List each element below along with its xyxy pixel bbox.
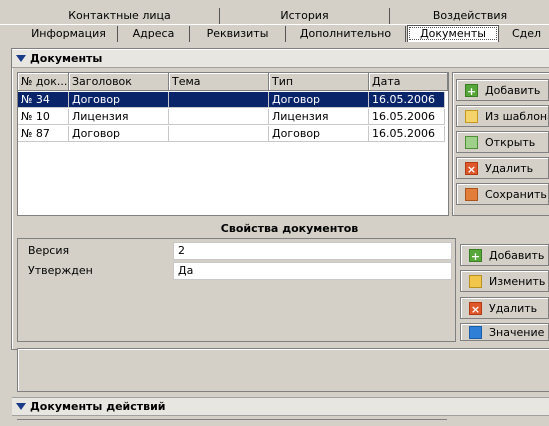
documents-table[interactable]: № док... Заголовок Тема Тип Дата № 34 До… (17, 72, 449, 216)
table-row[interactable]: № 34 Договор Договор 16.05.2006 (18, 92, 448, 108)
cell-number: № 10 (18, 109, 69, 125)
cell-topic (169, 109, 269, 125)
documents-title: Документы (30, 52, 103, 65)
value-property-label: Значение (489, 326, 545, 339)
add-document-label: Добавить (485, 84, 541, 97)
from-template-button[interactable]: Из шаблона (456, 105, 549, 127)
cell-title: Договор (69, 126, 169, 142)
property-row-version[interactable]: Версия 2 (18, 242, 455, 260)
open-document-button[interactable]: Открыть (456, 131, 549, 153)
open-document-label: Открыть (485, 136, 536, 149)
cell-type: Лицензия (269, 109, 369, 125)
cell-date: 16.05.2006 (369, 109, 445, 125)
actions-title: Документы действий (30, 400, 166, 413)
edit-icon (469, 275, 482, 288)
cell-type: Договор (269, 126, 369, 142)
property-label: Версия (28, 244, 70, 257)
add-property-button[interactable]: + Добавить (460, 244, 549, 266)
save-icon (465, 188, 478, 201)
tab-additional[interactable]: Дополнительно (286, 26, 406, 42)
list-icon (469, 326, 482, 339)
column-header-topic[interactable]: Тема (169, 73, 269, 91)
tab-actions[interactable]: Воздействия (390, 8, 549, 24)
delete-document-button[interactable]: × Удалить (456, 157, 549, 179)
collapse-triangle-icon[interactable] (16, 403, 26, 410)
add-icon: + (469, 249, 482, 263)
property-label: Утвержден (28, 264, 93, 277)
tab-deals[interactable]: Сдел (500, 26, 549, 42)
add-property-label: Добавить (489, 249, 545, 262)
properties-table[interactable]: Версия 2 Утвержден Да (17, 238, 456, 342)
tab-info[interactable]: Информация (20, 26, 118, 42)
tab-history[interactable]: История (220, 8, 390, 24)
cell-topic (169, 92, 269, 108)
column-header-title[interactable]: Заголовок (69, 73, 169, 91)
property-value[interactable]: Да (173, 262, 452, 280)
column-header-date[interactable]: Дата (369, 73, 448, 91)
delete-property-button[interactable]: × Удалить (460, 297, 549, 319)
cell-topic (169, 126, 269, 142)
cell-number: № 34 (18, 92, 69, 108)
cell-type: Договор (269, 92, 369, 108)
cell-title: Лицензия (69, 109, 169, 125)
collapse-triangle-icon[interactable] (16, 55, 26, 62)
template-icon (465, 110, 478, 123)
delete-document-label: Удалить (485, 162, 534, 175)
cell-date: 16.05.2006 (369, 126, 445, 142)
save-document-label: Сохранить (485, 188, 547, 201)
tab-documents[interactable]: Документы (407, 25, 499, 42)
documents-header[interactable]: Документы (12, 50, 549, 68)
tab-contacts[interactable]: Контактные лица (20, 8, 220, 24)
save-document-button[interactable]: Сохранить (456, 183, 549, 205)
tab-addresses[interactable]: Адреса (118, 26, 190, 42)
column-header-type[interactable]: Тип (269, 73, 369, 91)
table-row[interactable]: № 10 Лицензия Лицензия 16.05.2006 (18, 109, 448, 125)
cell-number: № 87 (18, 126, 69, 142)
cell-date: 16.05.2006 (369, 92, 445, 108)
add-document-button[interactable]: + Добавить (456, 79, 549, 101)
properties-title: Свойства документов (220, 222, 359, 235)
property-description-area (17, 348, 549, 392)
property-row-approved[interactable]: Утвержден Да (18, 262, 455, 280)
folder-open-icon (465, 136, 478, 149)
edit-property-button[interactable]: Изменить (460, 270, 549, 292)
table-row[interactable]: № 87 Договор Договор 16.05.2006 (18, 126, 448, 142)
delete-icon: × (469, 302, 482, 316)
cell-title: Договор (69, 92, 169, 108)
column-header-number[interactable]: № док... (18, 73, 69, 91)
tab-requisites[interactable]: Реквизиты (190, 26, 286, 42)
add-icon: + (465, 84, 478, 98)
edit-property-label: Изменить (489, 275, 546, 288)
property-value[interactable]: 2 (173, 242, 452, 260)
delete-property-label: Удалить (489, 302, 538, 315)
actions-header[interactable]: Документы действий (12, 397, 549, 416)
from-template-label: Из шаблона (485, 110, 549, 123)
value-property-button[interactable]: Значение (460, 323, 549, 341)
delete-icon: × (465, 162, 478, 176)
